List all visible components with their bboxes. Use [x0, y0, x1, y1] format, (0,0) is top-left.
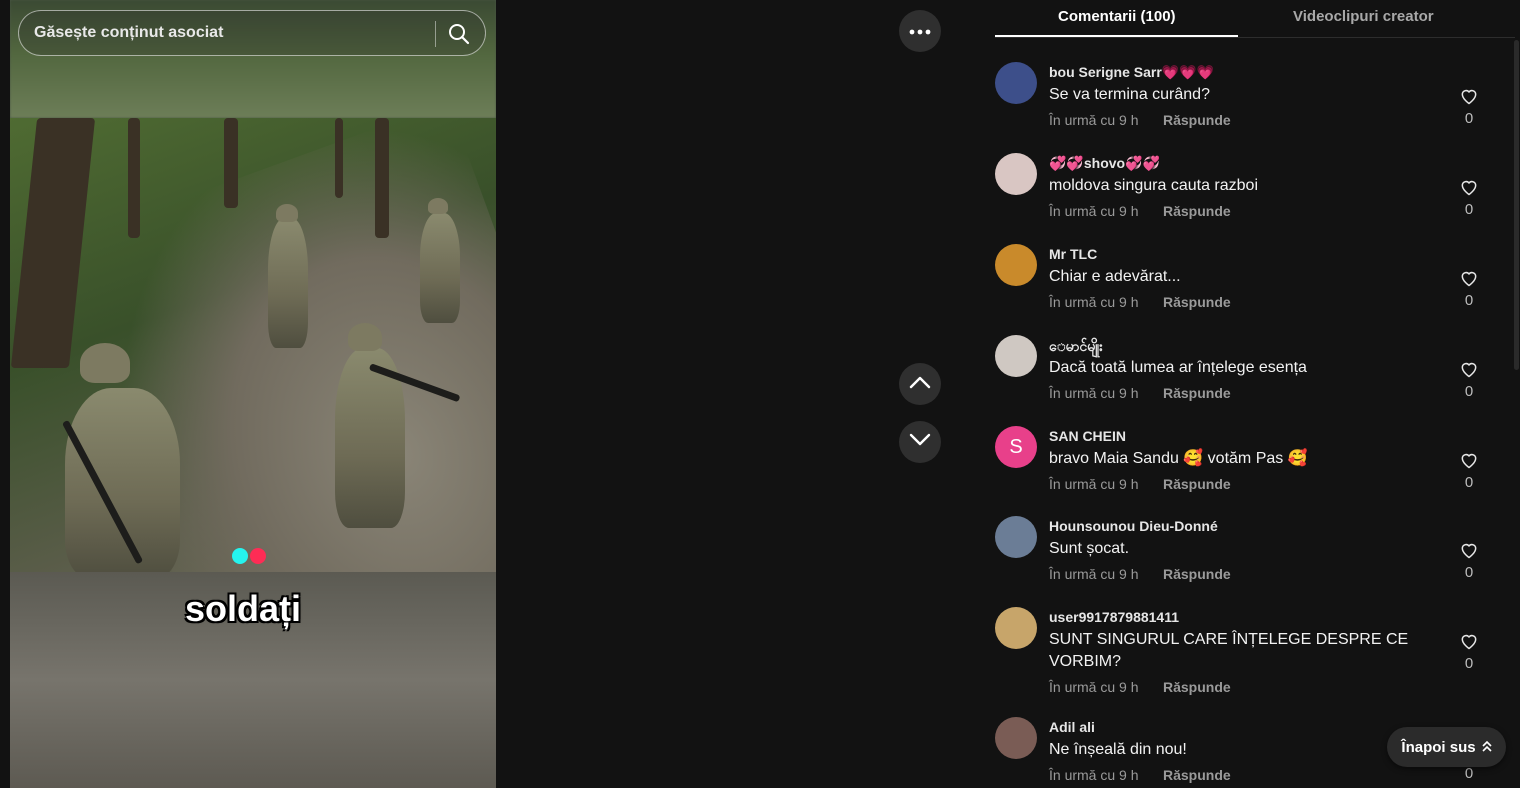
soldier-figure: [268, 218, 308, 348]
comment-username[interactable]: Adil ali: [1049, 719, 1095, 735]
more-icon: [909, 22, 931, 40]
avatar[interactable]: [995, 244, 1037, 286]
reply-button[interactable]: Răspunde: [1163, 476, 1231, 492]
comment-text: Dacă toată lumea ar înțelege esența: [1049, 359, 1307, 376]
heart-icon[interactable]: [1459, 177, 1479, 197]
comment-timestamp: În urmă cu 9 h: [1049, 566, 1139, 582]
like-count: 0: [1464, 474, 1474, 491]
active-tab-indicator: [995, 35, 1238, 37]
comment-username[interactable]: user9917879881411: [1049, 609, 1179, 625]
video-player[interactable]: [10, 0, 496, 788]
next-video-button[interactable]: [899, 421, 941, 463]
comment-username[interactable]: bou Serigne Sarr💗💗💗: [1049, 64, 1214, 81]
search-icon[interactable]: [447, 22, 473, 46]
tabs-divider: [995, 37, 1515, 38]
video-frame-forest: [10, 118, 496, 572]
comment-timestamp: În urmă cu 9 h: [1049, 203, 1139, 219]
back-to-top-button[interactable]: Înapoi sus: [1387, 727, 1506, 767]
comment-username[interactable]: Hounsounou Dieu-Donné: [1049, 518, 1218, 534]
search-divider: [435, 21, 436, 47]
tree-trunk: [128, 118, 140, 238]
reply-button[interactable]: Răspunde: [1163, 294, 1231, 310]
loading-dot-red: [250, 548, 266, 564]
soldier-figure: [420, 213, 460, 323]
heart-icon[interactable]: [1459, 450, 1479, 470]
reply-button[interactable]: Răspunde: [1163, 767, 1231, 783]
avatar[interactable]: [995, 717, 1037, 759]
double-chevron-up-icon: [1482, 739, 1492, 756]
like-count: 0: [1464, 655, 1474, 672]
like-count: 0: [1464, 292, 1474, 309]
like-count: 0: [1464, 110, 1474, 127]
comment-timestamp: În urmă cu 9 h: [1049, 112, 1139, 128]
like-count: 0: [1464, 564, 1474, 581]
heart-icon[interactable]: [1459, 86, 1479, 106]
avatar[interactable]: [995, 607, 1037, 649]
reply-button[interactable]: Răspunde: [1163, 679, 1231, 695]
comment-text: Ne înșeală din nou!: [1049, 741, 1187, 758]
video-caption: soldați: [184, 588, 301, 629]
avatar[interactable]: [995, 335, 1037, 377]
more-options-button[interactable]: [899, 10, 941, 52]
tree-trunk: [335, 118, 343, 198]
chevron-up-icon: [909, 375, 931, 394]
comment-text: SUNT SINGURUL CARE ÎNȚELEGE DESPRE CE VO…: [1049, 631, 1409, 670]
back-to-top-label: Înapoi sus: [1401, 738, 1476, 756]
tree-trunk: [375, 118, 389, 238]
avatar-letter: S: [1009, 435, 1023, 458]
tab-creator-videos[interactable]: Videoclipuri creator: [1293, 8, 1434, 25]
comment-timestamp: În urmă cu 9 h: [1049, 767, 1139, 783]
avatar[interactable]: [995, 153, 1037, 195]
comment-timestamp: În urmă cu 9 h: [1049, 679, 1139, 695]
reply-button[interactable]: Răspunde: [1163, 566, 1231, 582]
avatar[interactable]: S: [995, 426, 1037, 468]
soldier-helmet: [276, 204, 298, 222]
comment-text: Chiar e adevărat...: [1049, 268, 1181, 285]
comments-scrollbar[interactable]: [1514, 40, 1519, 370]
like-count: 0: [1464, 383, 1474, 400]
comment-timestamp: În urmă cu 9 h: [1049, 294, 1139, 310]
soldier-helmet: [80, 343, 130, 383]
reply-button[interactable]: Răspunde: [1163, 385, 1231, 401]
reply-button[interactable]: Răspunde: [1163, 203, 1231, 219]
avatar[interactable]: [995, 516, 1037, 558]
comment-text: Se va termina curând?: [1049, 86, 1210, 103]
comment-timestamp: În urmă cu 9 h: [1049, 385, 1139, 401]
tree-trunk: [224, 118, 238, 208]
heart-icon[interactable]: [1459, 631, 1479, 651]
comment-timestamp: În urmă cu 9 h: [1049, 476, 1139, 492]
chevron-down-icon: [909, 433, 931, 452]
heart-icon[interactable]: [1459, 359, 1479, 379]
search-bar[interactable]: Găsește conținut asociat: [18, 10, 486, 56]
comment-username[interactable]: 💞💞shovo💞💞: [1049, 155, 1160, 172]
soldier-helmet: [348, 323, 382, 351]
soldier-figure: [65, 388, 180, 572]
like-count: 0: [1464, 201, 1474, 218]
comment-text: Sunt șocat.: [1049, 540, 1130, 557]
comments-panel: Comentarii (100) Videoclipuri creator bo…: [962, 0, 1520, 788]
comment-username[interactable]: ေမာင်မျိုး: [1049, 337, 1103, 358]
avatar[interactable]: [995, 62, 1037, 104]
tab-comments[interactable]: Comentarii (100): [1058, 8, 1176, 25]
loading-dot-cyan: [232, 548, 248, 564]
previous-video-button[interactable]: [899, 363, 941, 405]
reply-button[interactable]: Răspunde: [1163, 112, 1231, 128]
comment-username[interactable]: SAN CHEIN: [1049, 428, 1126, 444]
heart-icon[interactable]: [1459, 540, 1479, 560]
search-input[interactable]: Găsește conținut asociat: [34, 24, 223, 42]
soldier-helmet: [428, 198, 448, 214]
comment-username[interactable]: Mr TLC: [1049, 246, 1097, 262]
comment-text: moldova singura cauta razboi: [1049, 177, 1259, 194]
like-count: 0: [1464, 765, 1474, 782]
comment-text: bravo Maia Sandu 🥰 votăm Pas 🥰: [1049, 450, 1308, 467]
heart-icon[interactable]: [1459, 268, 1479, 288]
